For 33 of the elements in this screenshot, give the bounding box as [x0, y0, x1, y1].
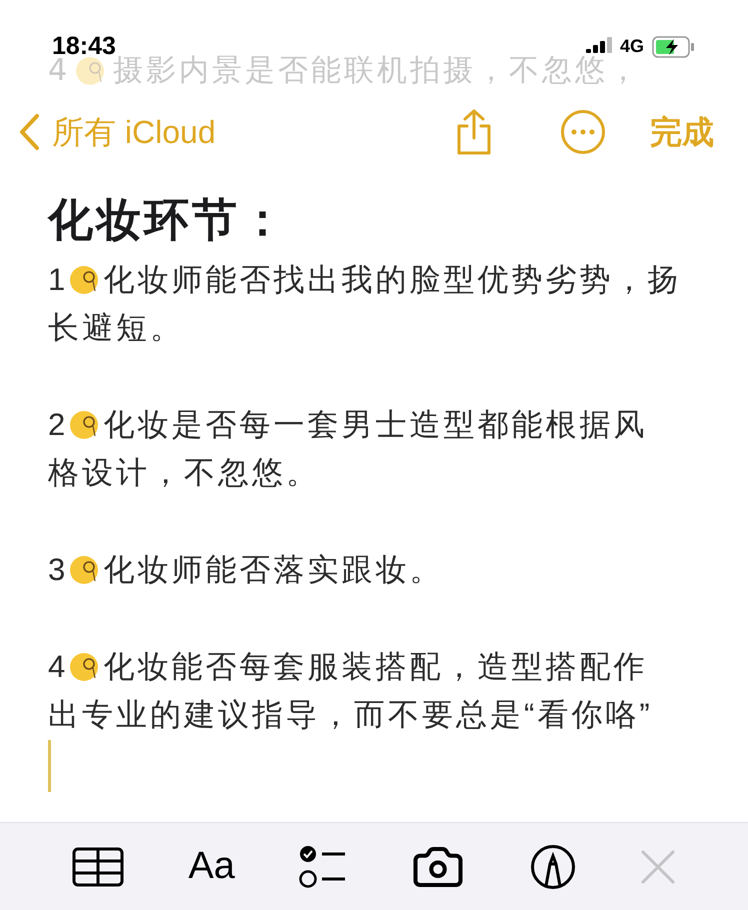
note-line: 出专业的建议指导，而不要总是“看你咯”: [48, 696, 653, 734]
note-line: 化妆能否每套服装搭配，造型搭配作: [103, 648, 648, 686]
monocle-face-emoji-icon: [74, 54, 106, 86]
checklist-icon: [299, 844, 348, 888]
item-number: 2: [48, 406, 68, 444]
format-button[interactable]: Aa: [188, 838, 235, 895]
note-line: 化妆师能否落实跟妆。: [103, 551, 444, 589]
markup-button[interactable]: [530, 844, 576, 890]
checklist-button[interactable]: [299, 844, 348, 888]
monocle-face-emoji-icon: [68, 651, 100, 683]
monocle-face-emoji-icon: [68, 554, 100, 586]
close-icon: [640, 848, 676, 884]
item-number: 4: [48, 648, 68, 686]
note-line: 长避短。: [48, 309, 184, 347]
done-button[interactable]: 完成: [650, 108, 714, 156]
ellipsis-circle-icon: [560, 108, 606, 154]
note-line: 化妆是否每一套男士造型都能根据风: [103, 406, 648, 444]
note-line: 化妆师能否找出我的脸型优势劣势，扬: [103, 261, 682, 299]
note-title: 化妆环节：: [48, 193, 289, 247]
pen-circle-icon: [530, 844, 576, 890]
item-number: 1: [48, 261, 68, 299]
network-label: 4G: [620, 35, 644, 58]
battery-charging-icon: [652, 36, 696, 58]
monocle-face-emoji-icon: [68, 409, 100, 441]
note-line: 格设计，不忽悠。: [48, 454, 320, 492]
item-number: 3: [48, 551, 68, 589]
monocle-face-emoji-icon: [68, 264, 100, 296]
chevron-left-icon: [18, 112, 40, 150]
back-button[interactable]: 所有 iCloud: [18, 108, 216, 156]
text-cursor: [48, 740, 51, 792]
table-button[interactable]: [72, 846, 124, 886]
table-icon: [72, 846, 124, 886]
status-time: 18:43: [52, 31, 116, 60]
